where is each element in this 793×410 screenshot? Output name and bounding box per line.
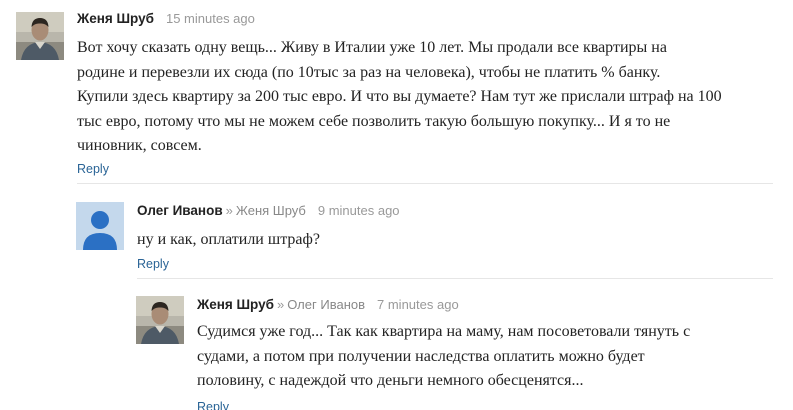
comment-line: Вот хочу сказать одну вещь... Живу в Ита…: [77, 39, 667, 56]
parent-author-link[interactable]: Женя Шруб: [236, 203, 306, 218]
comment-line: ну и как, оплатили штраф?: [137, 231, 320, 248]
reply-link[interactable]: Reply: [137, 256, 169, 272]
comment-author[interactable]: Олег Иванов: [137, 203, 223, 218]
comment-text: Судимся уже год... Так как квартира на м…: [197, 320, 690, 394]
comment-divider: [137, 278, 773, 279]
reply-arrow: »: [276, 297, 285, 312]
reply-arrow: »: [225, 203, 233, 218]
comment-author[interactable]: Женя Шруб: [77, 11, 154, 26]
comment-line: Судимся уже год... Так как квартира на м…: [197, 323, 691, 340]
reply-link[interactable]: Reply: [197, 399, 229, 410]
parent-author-link[interactable]: Олег Иванов: [287, 297, 365, 312]
comment-timestamp[interactable]: 15 minutes ago: [166, 11, 255, 26]
comment-line: Купили здесь квартиру за 200 тыс евро. И…: [77, 88, 722, 106]
comment-line: половину, с надеждой что деньги немного …: [197, 372, 584, 390]
comment-text: Вот хочу сказать одну вещь... Живу в Ита…: [77, 36, 722, 159]
default-user-avatar[interactable]: [76, 202, 124, 250]
comment-line: чиновник, совсем.: [77, 137, 202, 155]
default-user-icon: [76, 202, 124, 250]
comment-line: судами, а потом при получении наследства…: [197, 347, 645, 365]
user-photo-avatar-image: [16, 12, 64, 60]
comment-author[interactable]: Женя Шруб: [197, 297, 274, 312]
reply-link[interactable]: Reply: [77, 161, 109, 177]
comment-line: тыс евро, потому что мы не можем себе по…: [77, 112, 671, 130]
comment-meta: Женя Шруб 15 minutes ago: [77, 10, 255, 28]
user-photo-avatar-image: [136, 296, 184, 344]
comment-timestamp[interactable]: 9 minutes ago: [318, 203, 400, 218]
comment-text: ну и как, оплатили штраф?: [137, 228, 320, 253]
comment-timestamp[interactable]: 7 minutes ago: [377, 297, 459, 312]
comment-divider: [77, 183, 773, 184]
user-photo-avatar[interactable]: [136, 296, 184, 344]
user-photo-avatar[interactable]: [16, 12, 64, 60]
comment-meta: Женя Шруб» Олег Иванов 7 minutes ago: [197, 296, 459, 314]
comment-meta: Олег Иванов» Женя Шруб 9 minutes ago: [137, 202, 400, 220]
comment-line: родине и перевезли их сюда (по 10тыс за …: [77, 63, 661, 81]
